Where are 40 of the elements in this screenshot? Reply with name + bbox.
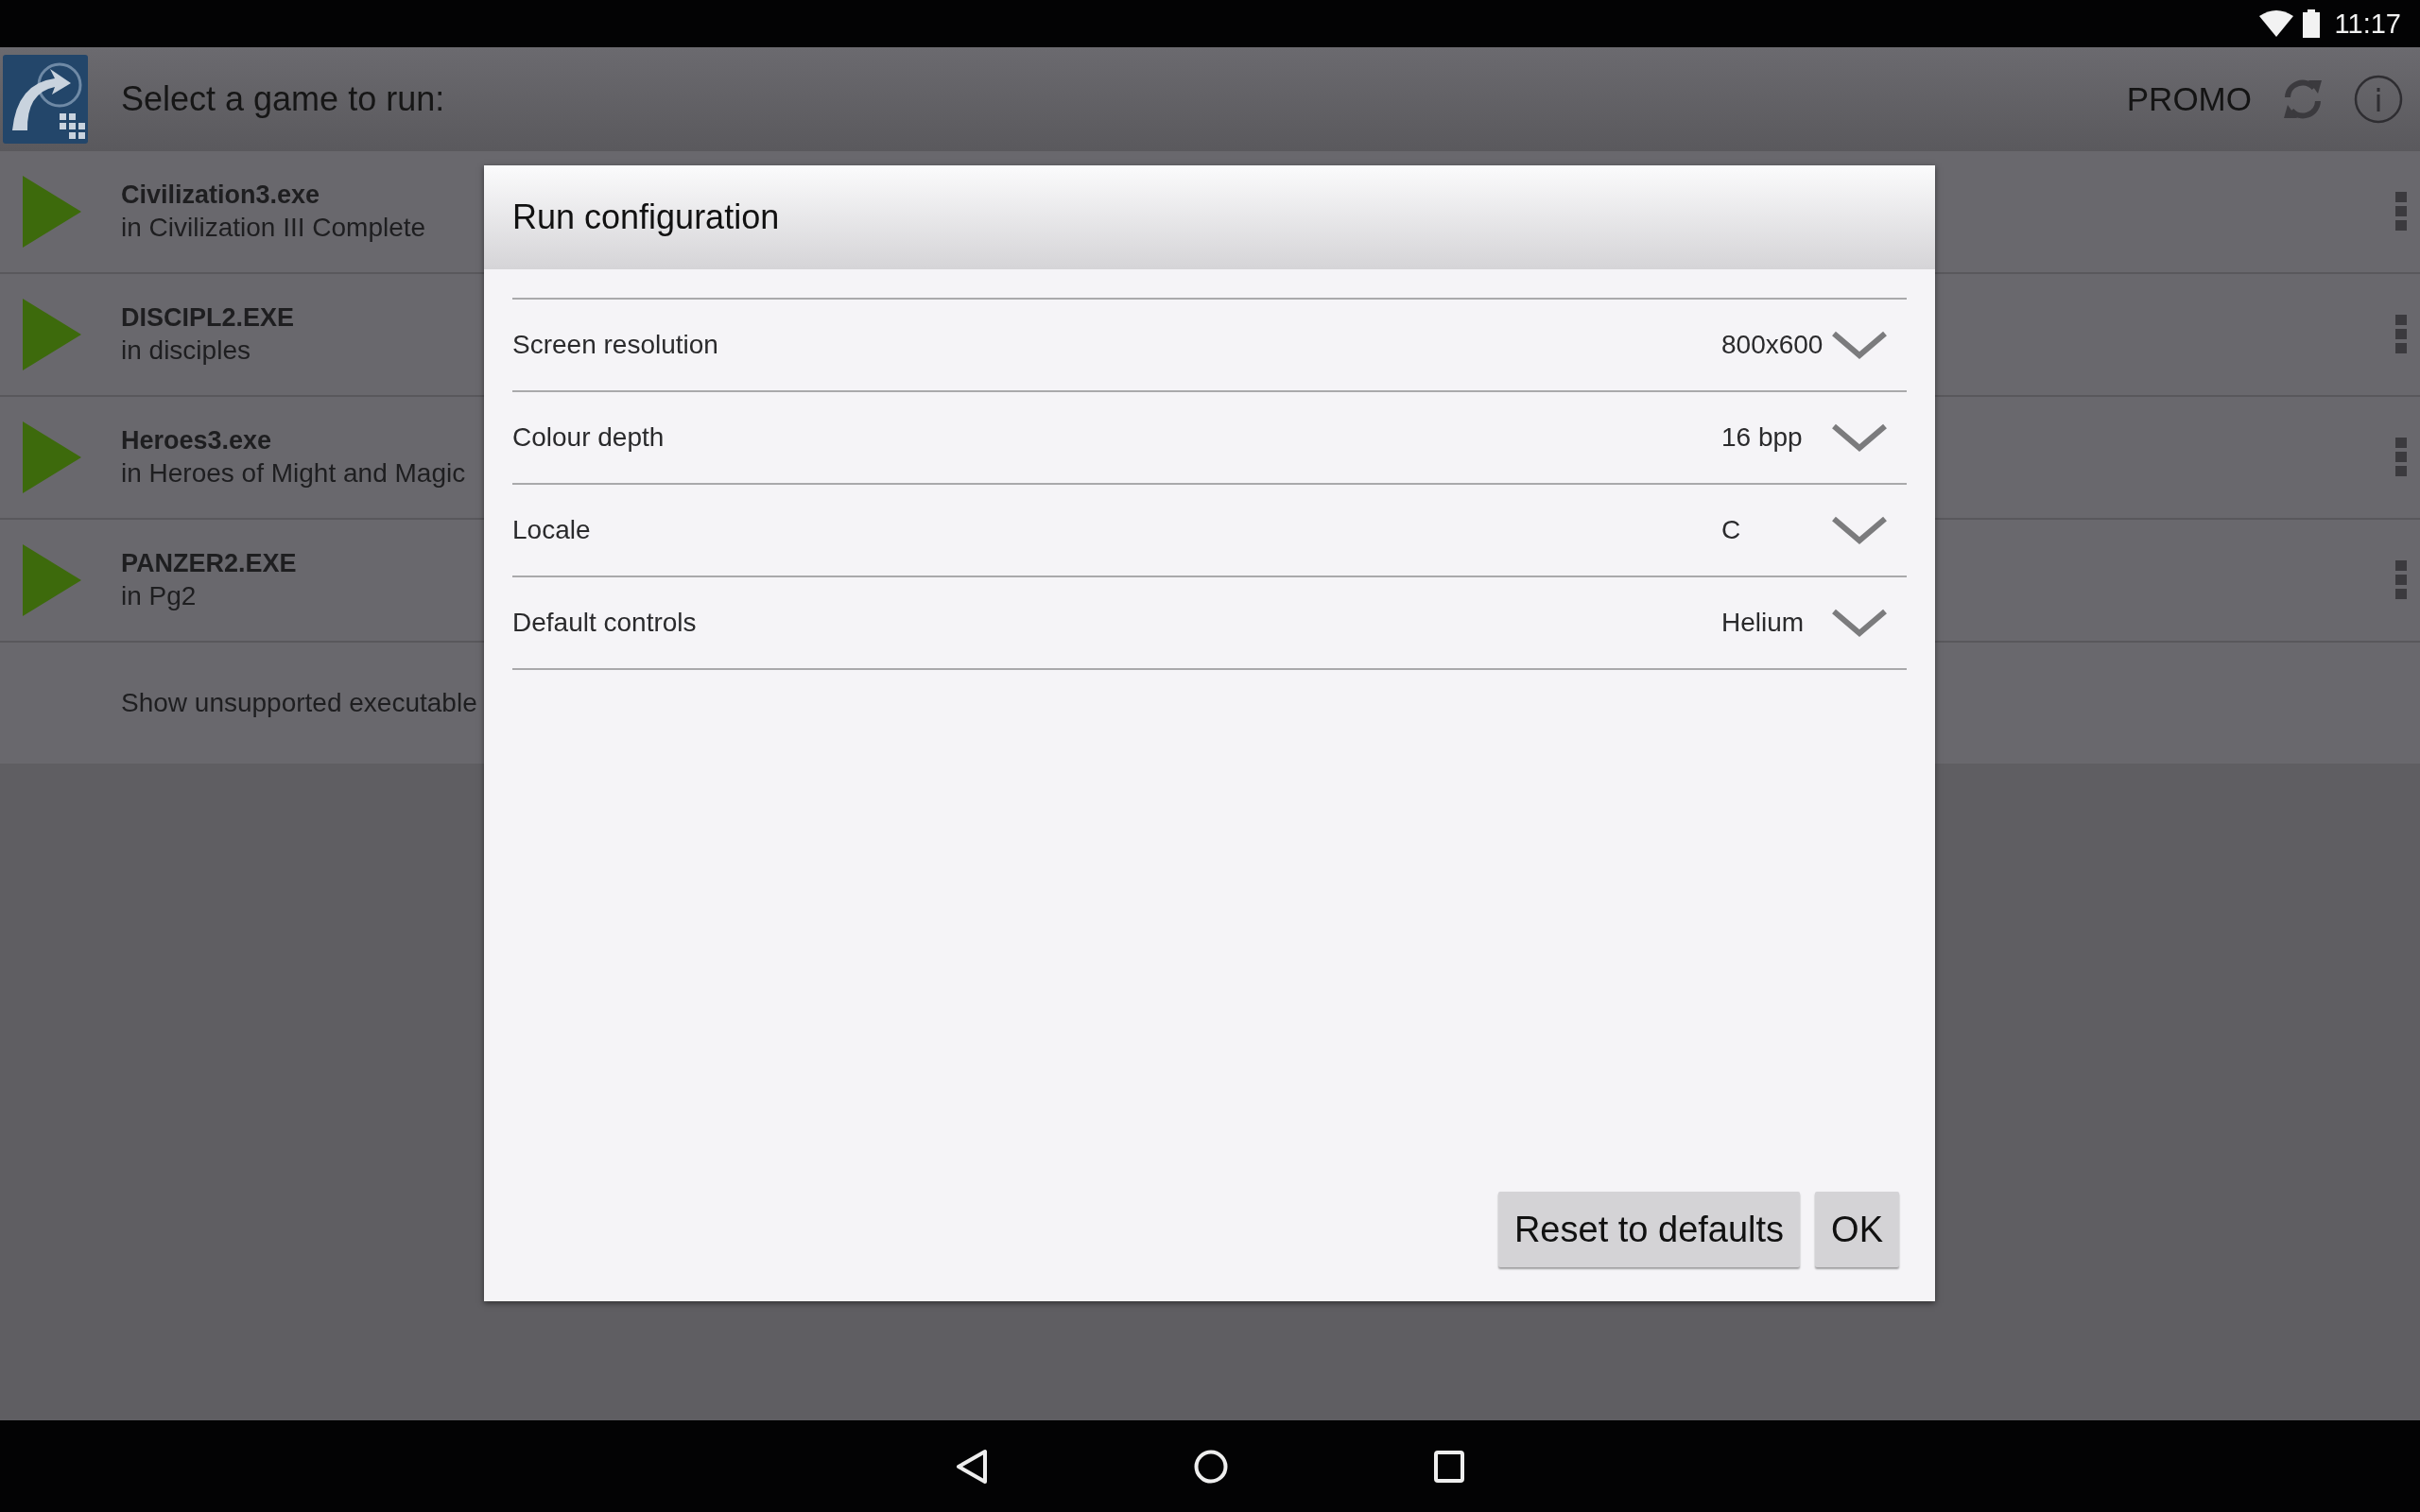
game-executable: PANZER2.EXE — [121, 549, 297, 578]
setting-value[interactable]: Helium — [1721, 608, 1825, 638]
setting-label: Screen resolution — [512, 330, 719, 360]
chevron-down-icon[interactable] — [1831, 608, 1888, 638]
setting-label: Locale — [512, 515, 592, 545]
game-folder: in disciples — [121, 335, 251, 366]
recents-icon[interactable] — [1434, 1450, 1464, 1483]
game-folder: in Civilization III Complete — [121, 213, 426, 243]
chevron-down-icon[interactable] — [1831, 515, 1888, 545]
play-icon[interactable] — [23, 544, 81, 616]
screen-title: Select a game to run: — [121, 79, 446, 119]
overflow-menu-icon[interactable] — [2395, 192, 2407, 232]
back-icon[interactable] — [956, 1448, 988, 1485]
play-icon[interactable] — [23, 176, 81, 248]
wifi-icon — [2258, 10, 2293, 37]
dialog-button[interactable]: Reset to defaults — [1497, 1192, 1801, 1267]
dialog-title: Run configuration — [484, 165, 1935, 269]
setting-label: Colour depth — [512, 422, 666, 453]
game-executable: DISCIPL2.EXE — [121, 303, 295, 333]
clock-time: 11:17 — [2334, 8, 2401, 40]
play-icon[interactable] — [23, 299, 81, 370]
overflow-menu-icon[interactable] — [2395, 315, 2407, 354]
game-folder: in Pg2 — [121, 581, 197, 611]
battery-icon — [2302, 9, 2320, 38]
chevron-down-icon[interactable] — [1831, 330, 1888, 360]
overflow-menu-icon[interactable] — [2395, 438, 2407, 477]
game-executable: Heroes3.exe — [121, 426, 272, 455]
play-icon[interactable] — [23, 421, 81, 493]
home-icon[interactable] — [1194, 1449, 1228, 1484]
setting-label: Default controls — [512, 608, 698, 638]
app-logo-icon — [3, 55, 88, 144]
setting-value[interactable]: 800x600 — [1721, 330, 1825, 360]
setting-value[interactable]: 16 bpp — [1721, 422, 1825, 453]
overflow-menu-icon[interactable] — [2395, 560, 2407, 600]
game-folder: in Heroes of Might and Magic — [121, 458, 466, 489]
game-executable: Civilization3.exe — [121, 180, 320, 210]
info-icon[interactable] — [2354, 75, 2403, 124]
setting-value[interactable]: C — [1721, 515, 1825, 545]
chevron-down-icon[interactable] — [1831, 422, 1888, 453]
dialog-button[interactable]: OK — [1815, 1192, 1899, 1267]
